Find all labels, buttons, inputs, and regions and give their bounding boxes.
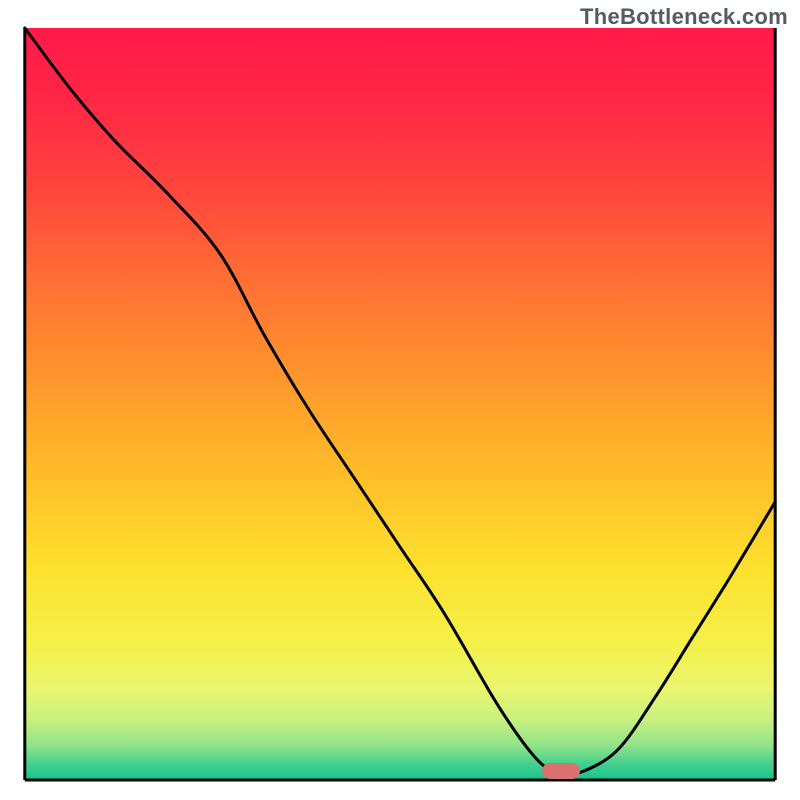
gradient-background <box>25 28 775 780</box>
optimal-marker <box>542 763 580 779</box>
watermark-text: TheBottleneck.com <box>580 4 788 30</box>
chart-svg <box>0 0 800 800</box>
chart-container: TheBottleneck.com <box>0 0 800 800</box>
